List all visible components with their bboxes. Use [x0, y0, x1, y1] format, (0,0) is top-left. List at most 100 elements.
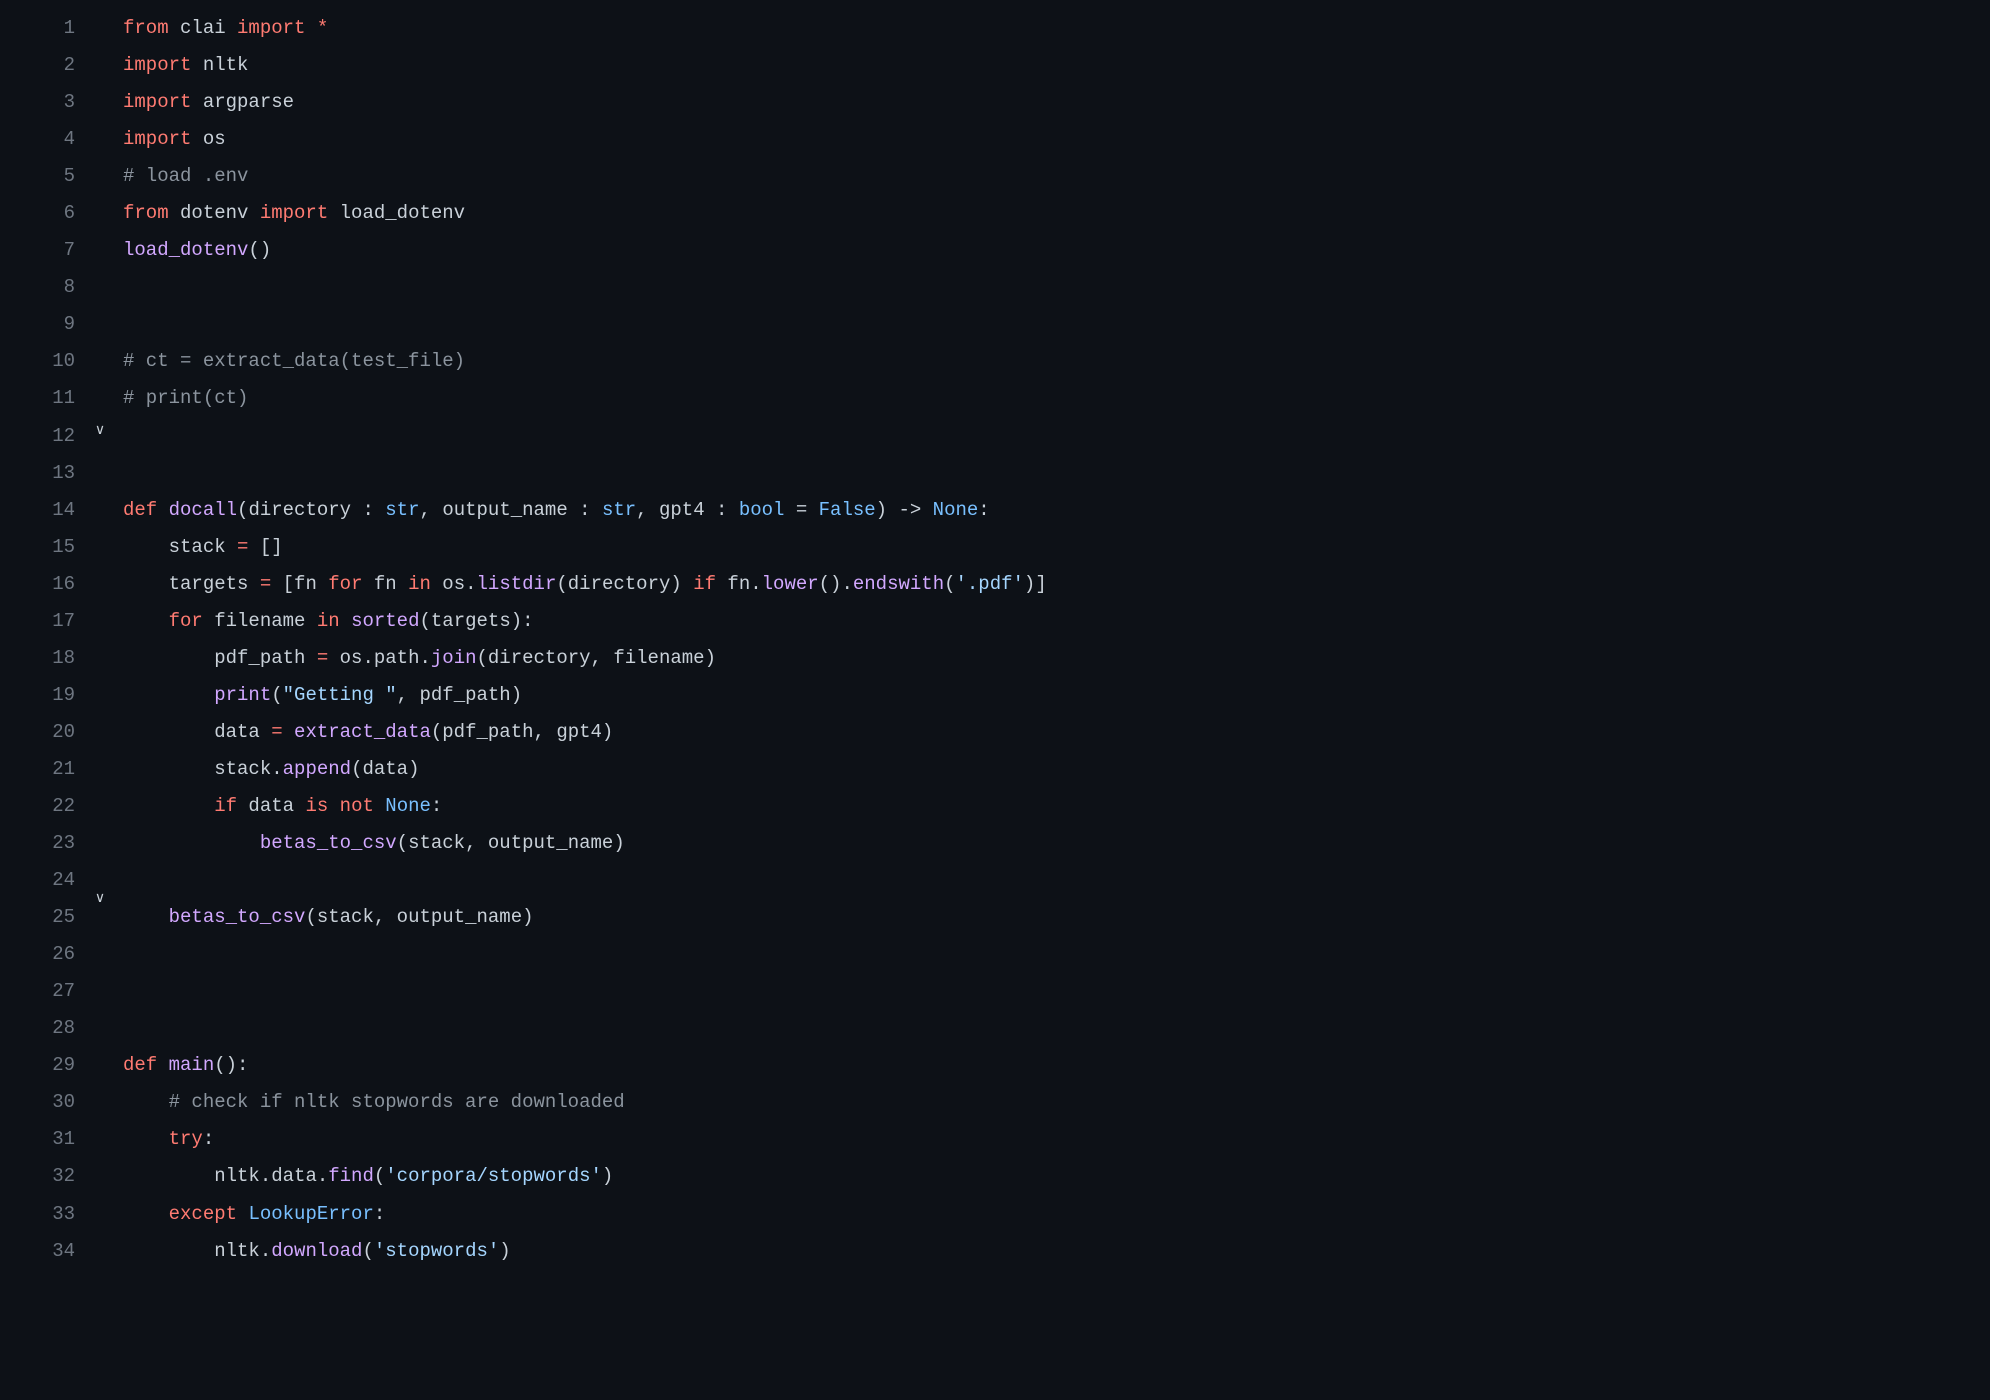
code-line[interactable]	[123, 936, 1990, 973]
token-op: =	[271, 721, 282, 743]
line-number: 15	[0, 529, 75, 566]
code-line[interactable]: data = extract_data(pdf_path, gpt4)	[123, 714, 1990, 751]
line-number: 28	[0, 1010, 75, 1047]
code-line[interactable]: # load .env	[123, 158, 1990, 195]
fold-spacer	[85, 447, 115, 478]
token-fn: main	[169, 1054, 215, 1076]
token-punct: .	[362, 647, 373, 669]
code-line[interactable]: import nltk	[123, 47, 1990, 84]
token-kw-flow: not	[340, 795, 374, 817]
token-ident	[374, 795, 385, 817]
token-ident	[123, 832, 260, 854]
code-line[interactable]: for filename in sorted(targets):	[123, 603, 1990, 640]
token-ident: fn	[362, 573, 408, 595]
code-line[interactable]: except LookupError:	[123, 1196, 1990, 1233]
code-line[interactable]: # check if nltk stopwords are downloaded	[123, 1084, 1990, 1121]
code-line[interactable]: def main():	[123, 1047, 1990, 1084]
code-line[interactable]	[123, 269, 1990, 306]
token-ident: stack	[408, 832, 465, 854]
code-line[interactable]	[123, 862, 1990, 899]
token-punct: ()	[248, 239, 271, 261]
token-string: "Getting "	[283, 684, 397, 706]
code-content[interactable]: from clai import *import nltkimport argp…	[115, 10, 1990, 1390]
fold-spacer	[85, 759, 115, 790]
token-ident: data	[123, 721, 271, 743]
token-ident: os	[431, 573, 465, 595]
fold-chevron-icon[interactable]: ∨	[85, 883, 115, 914]
token-string: 'stopwords'	[374, 1240, 499, 1262]
token-call: sorted	[351, 610, 419, 632]
fold-spacer	[85, 852, 115, 883]
token-punct: )	[705, 647, 716, 669]
code-line[interactable]: stack.append(data)	[123, 751, 1990, 788]
token-kw-flow: for	[169, 610, 203, 632]
token-param: output_name	[442, 499, 567, 521]
code-line[interactable]: def docall(directory : str, output_name …	[123, 492, 1990, 529]
token-builtin-type: str	[385, 499, 419, 521]
fold-spacer	[85, 135, 115, 166]
token-ident: nltk	[123, 1240, 260, 1262]
token-string: '.pdf'	[956, 573, 1024, 595]
fold-spacer	[85, 946, 115, 977]
token-ident: pdf_path	[123, 647, 317, 669]
token-ident: path	[374, 647, 420, 669]
token-builtin-type: bool	[739, 499, 785, 521]
fold-chevron-icon[interactable]: ∨	[85, 415, 115, 446]
token-param: directory	[248, 499, 351, 521]
fold-column[interactable]: ∨ ∨	[85, 10, 115, 1390]
code-line[interactable]	[123, 1010, 1990, 1047]
token-call: print	[214, 684, 271, 706]
code-line[interactable]: if data is not None:	[123, 788, 1990, 825]
token-call: load_dotenv	[123, 239, 248, 261]
token-punct: .	[465, 573, 476, 595]
token-string: 'corpora/stopwords'	[385, 1165, 602, 1187]
code-line[interactable]: import os	[123, 121, 1990, 158]
code-line[interactable]: from dotenv import load_dotenv	[123, 195, 1990, 232]
token-kw-import: import	[237, 17, 305, 39]
token-ident: pdf_path	[419, 684, 510, 706]
code-line[interactable]: betas_to_csv(stack, output_name)	[123, 899, 1990, 936]
token-punct: ):	[511, 610, 534, 632]
token-ident: stack	[123, 758, 271, 780]
fold-spacer	[85, 1039, 115, 1070]
code-line[interactable]: import argparse	[123, 84, 1990, 121]
token-punct: (	[420, 610, 431, 632]
code-line[interactable]	[123, 306, 1990, 343]
token-ident	[123, 1203, 169, 1225]
code-line[interactable]	[123, 455, 1990, 492]
token-const: None	[385, 795, 431, 817]
fold-spacer	[85, 665, 115, 696]
code-line[interactable]: from clai import *	[123, 10, 1990, 47]
token-punct: )]	[1024, 573, 1047, 595]
token-ident	[123, 610, 169, 632]
token-punct: [	[271, 573, 294, 595]
line-number: 3	[0, 84, 75, 121]
code-line[interactable]	[123, 973, 1990, 1010]
line-number: 34	[0, 1233, 75, 1270]
code-editor[interactable]: 1234567891011121314151617181920212223242…	[0, 10, 1990, 1390]
token-op: =	[317, 647, 328, 669]
token-ident: directory	[488, 647, 591, 669]
line-number: 7	[0, 232, 75, 269]
code-line[interactable]: targets = [fn for fn in os.listdir(direc…	[123, 566, 1990, 603]
code-line[interactable]: try:	[123, 1121, 1990, 1158]
token-kw-import: import	[260, 202, 328, 224]
line-number: 27	[0, 973, 75, 1010]
code-line[interactable]: betas_to_csv(stack, output_name)	[123, 825, 1990, 862]
code-line[interactable]: nltk.data.find('corpora/stopwords')	[123, 1158, 1990, 1195]
line-number: 31	[0, 1121, 75, 1158]
token-op: *	[305, 17, 328, 39]
code-line[interactable]: pdf_path = os.path.join(directory, filen…	[123, 640, 1990, 677]
token-punct: (	[305, 906, 316, 928]
code-line[interactable]	[123, 418, 1990, 455]
code-line[interactable]: nltk.download('stopwords')	[123, 1233, 1990, 1270]
token-ident: targets	[431, 610, 511, 632]
token-ident: targets	[123, 573, 260, 595]
code-line[interactable]: load_dotenv()	[123, 232, 1990, 269]
code-line[interactable]: stack = []	[123, 529, 1990, 566]
code-line[interactable]: # print(ct)	[123, 380, 1990, 417]
line-number: 10	[0, 343, 75, 380]
token-kw-flow: if	[693, 573, 716, 595]
code-line[interactable]: print("Getting ", pdf_path)	[123, 677, 1990, 714]
code-line[interactable]: # ct = extract_data(test_file)	[123, 343, 1990, 380]
